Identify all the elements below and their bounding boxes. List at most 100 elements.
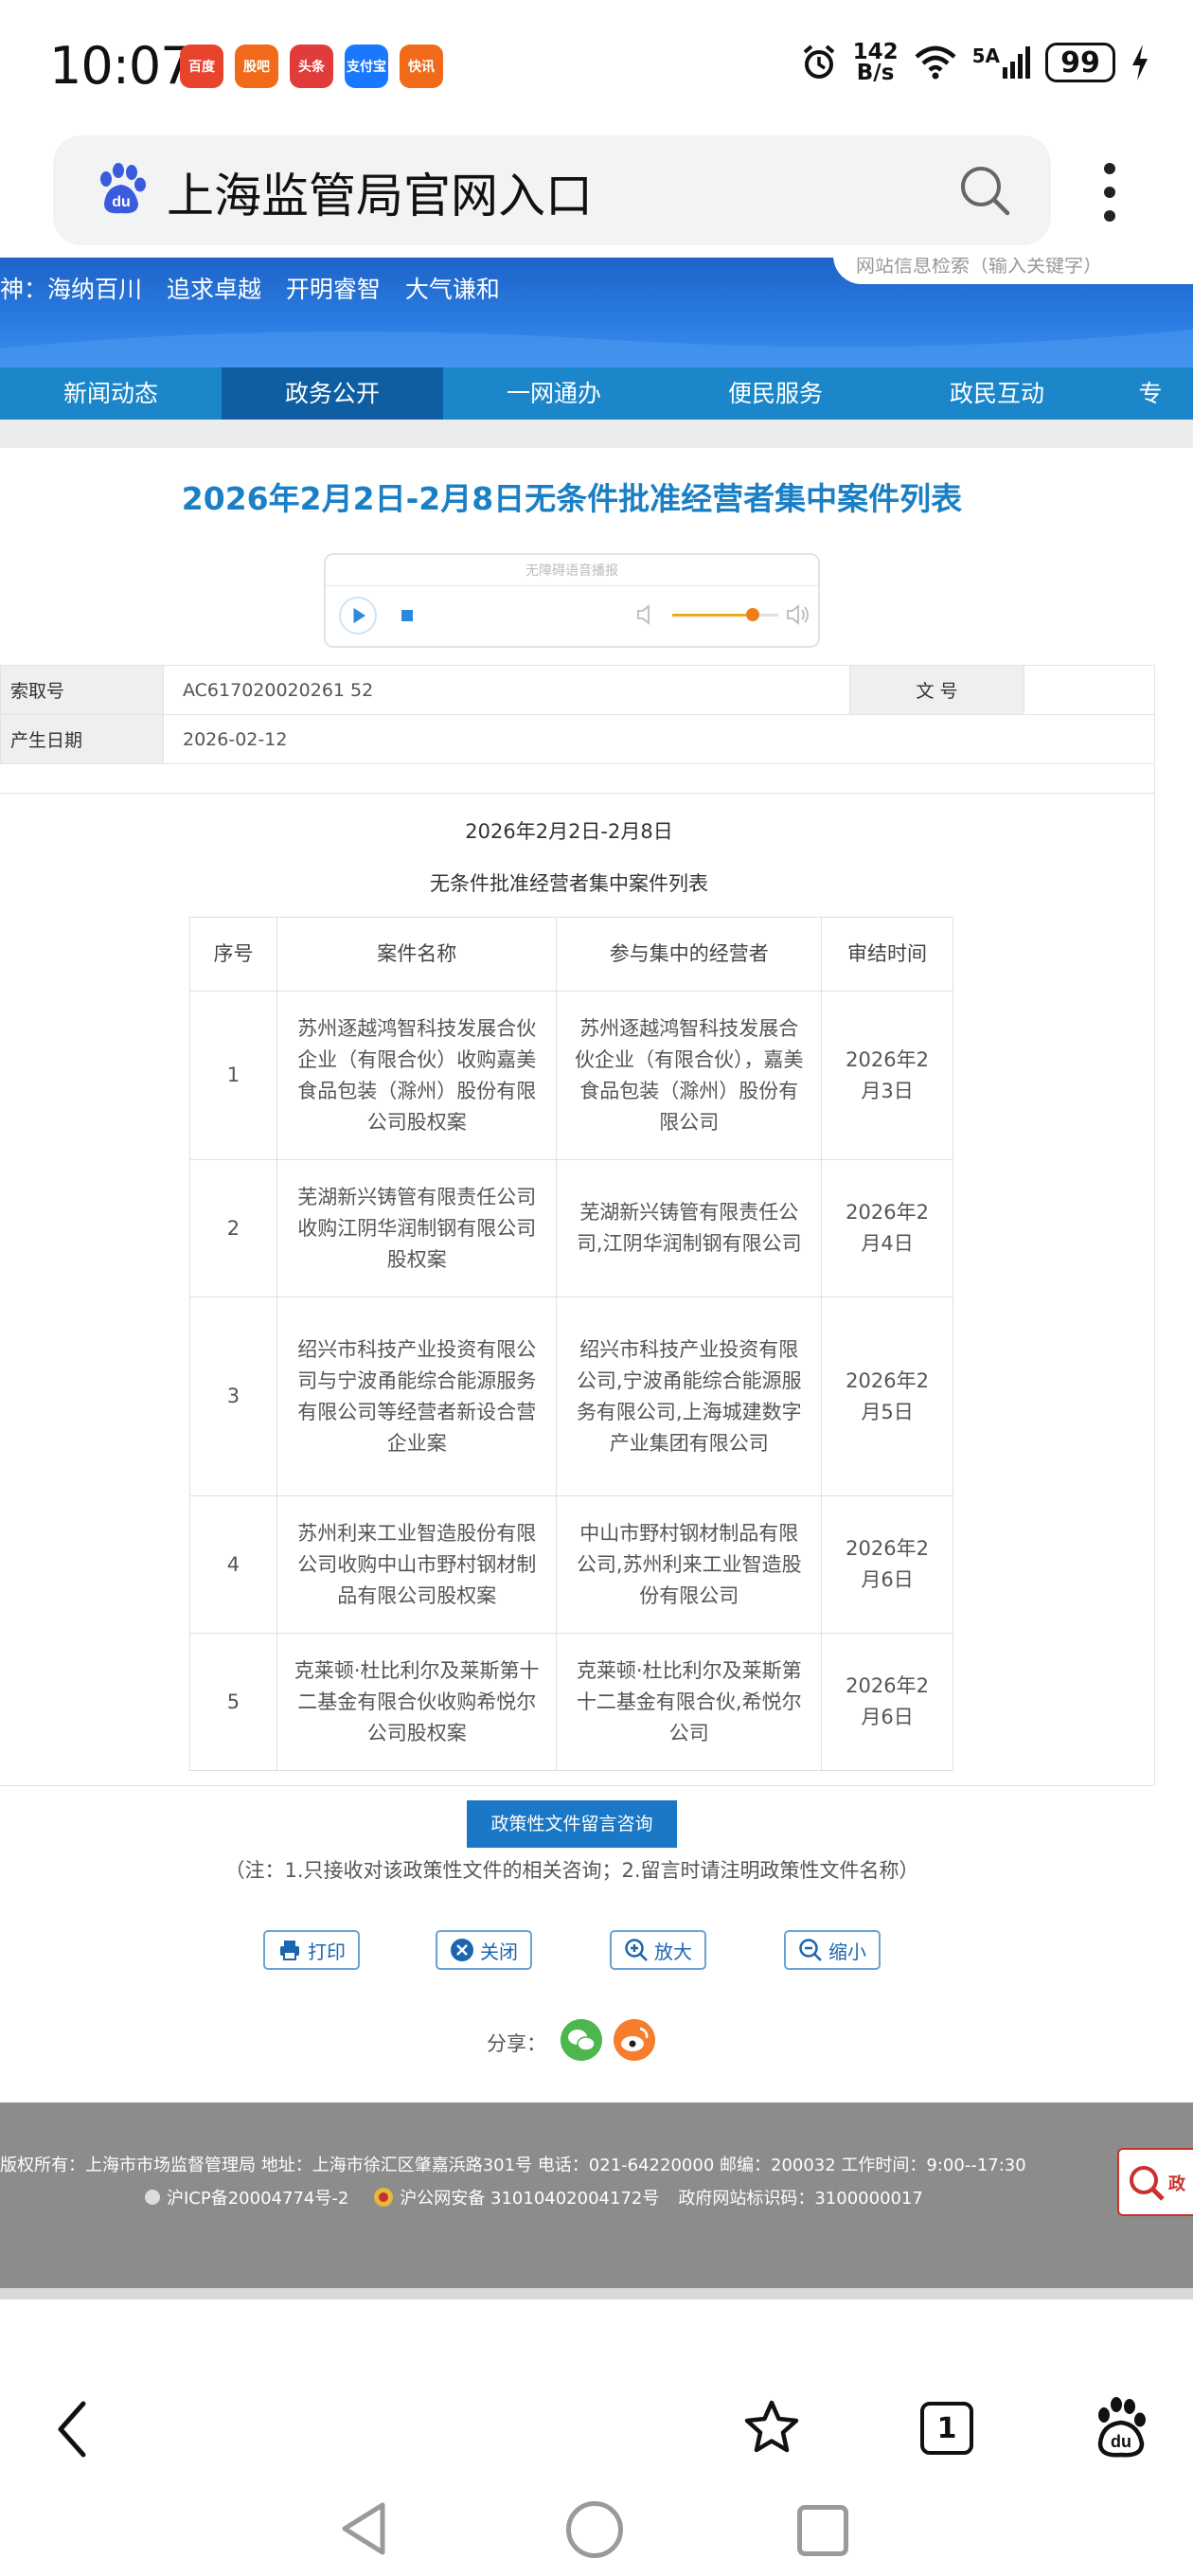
row-case-name: 芜湖新兴铸管有限责任公司收购江阴华润制钢有限公司股权案	[276, 1159, 558, 1297]
date-label: 产生日期	[0, 714, 164, 764]
nav-item-interaction[interactable]: 政民互动	[886, 367, 1108, 420]
nav-item-gov-affairs[interactable]: 政务公开	[222, 367, 443, 420]
search-query-text[interactable]: 上海监管局官网入口	[167, 158, 593, 226]
row-parties: 苏州逐越鸿智科技发展合伙企业（有限合伙），嘉美食品包装（滁州）股份有限公司	[556, 991, 823, 1160]
close-label: 关闭	[480, 1940, 518, 1963]
gov-badge-label: 政	[1168, 2174, 1185, 2194]
baidu-paw-icon: du	[100, 163, 146, 214]
zoom-in-button[interactable]: 放大	[610, 1930, 706, 1970]
notification-icons: 百度 股吧 头条 支付宝 快讯	[180, 45, 443, 88]
audio-divider	[326, 585, 818, 586]
print-button[interactable]: 打印	[263, 1930, 360, 1970]
browser-search-bar[interactable]: du 上海监管局官网入口	[53, 135, 1051, 245]
banner-wave-decoration	[0, 330, 1193, 367]
volume-low-icon[interactable]	[634, 602, 659, 627]
case-table: 序号 案件名称 参与集中的经营者 审结时间 1 苏州逐越鸿智科技发展合伙企业（有…	[189, 917, 953, 1771]
index-no-label: 索取号	[0, 665, 164, 715]
main-nav: 新闻动态 政务公开 一网通办 便民服务 政民互动 专	[0, 367, 1193, 420]
volume-high-icon[interactable]	[784, 602, 812, 627]
row-no: 5	[189, 1633, 277, 1771]
meta-spacer	[0, 765, 1155, 794]
battery-indicator: 99	[1045, 43, 1115, 82]
site-search-box[interactable]: 网站信息检索（输入关键字）	[833, 258, 1193, 284]
row-date: 2026年2月3日	[821, 991, 953, 1160]
header-date: 审结时间	[821, 917, 953, 992]
nav-item-news[interactable]: 新闻动态	[0, 367, 222, 420]
print-label: 打印	[308, 1940, 346, 1963]
volume-knob[interactable]	[746, 608, 759, 621]
system-recents-icon[interactable]	[797, 2505, 848, 2556]
footer-records: 沪ICP备20004774号-2 沪公网安备 31010402004172号 政…	[144, 2185, 923, 2209]
row-date: 2026年2月6日	[821, 1633, 953, 1771]
weibo-share-icon[interactable]	[614, 2019, 655, 2061]
close-icon	[451, 1939, 473, 1961]
footer-bottom-strip	[0, 2288, 1193, 2299]
table-row: 2 芜湖新兴铸管有限责任公司收购江阴华润制钢有限公司股权案 芜湖新兴铸管有限责任…	[189, 1159, 953, 1297]
printer-icon	[280, 1941, 299, 1960]
status-bar: 10:07 百度 股吧 头条 支付宝 快讯 142 B/s 5A 99	[0, 0, 1193, 133]
nav-divider	[0, 420, 1193, 448]
row-case-name: 绍兴市科技产业投资有限公司与宁波甬能综合能源服务有限公司等经营者新设合营企业案	[276, 1297, 558, 1496]
close-button[interactable]: 关闭	[436, 1930, 532, 1970]
wechat-share-icon[interactable]	[561, 2019, 602, 2061]
gov-badge-icon	[1130, 2166, 1165, 2201]
table-row: 1 苏州逐越鸿智科技发展合伙企业（有限合伙）收购嘉美食品包装（滁州）股份有限公司…	[189, 991, 953, 1160]
svg-text:du: du	[112, 194, 131, 210]
audio-label: 无障碍语音播报	[525, 564, 618, 579]
police-record-link[interactable]: 沪公网安备 31010402004172号	[400, 2185, 659, 2209]
toutiao-app-icon: 头条	[290, 45, 333, 88]
row-date: 2026年2月4日	[821, 1159, 953, 1297]
table-header-row: 序号 案件名称 参与集中的经营者 审结时间	[189, 917, 953, 992]
table-row: 3 绍兴市科技产业投资有限公司与宁波甬能综合能源服务有限公司等经营者新设合营企业…	[189, 1297, 953, 1496]
baidu-du-icon[interactable]: du	[1093, 2396, 1149, 2459]
net-speed: 142 B/s	[852, 40, 899, 85]
zoom-out-button[interactable]: 缩小	[784, 1930, 881, 1970]
doc-subtitle: 无条件批准经营者集中案件列表	[430, 872, 708, 895]
system-back-icon[interactable]	[339, 2500, 388, 2557]
volume-level	[672, 614, 746, 617]
nav-item-special[interactable]: 专	[1108, 367, 1193, 420]
alarm-icon	[803, 45, 834, 79]
alipay-app-icon: 支付宝	[345, 45, 388, 88]
row-parties: 克莱顿·杜比利尔及莱斯第十二基金有限合伙,希悦尔公司	[556, 1633, 823, 1771]
row-date: 2026年2月5日	[821, 1297, 953, 1496]
header-no: 序号	[189, 917, 277, 992]
row-case-name: 苏州利来工业智造股份有限公司收购中山市野村钢材制品有限公司股权案	[276, 1495, 558, 1634]
policy-consult-button[interactable]: 政策性文件留言咨询	[467, 1800, 677, 1848]
table-row: 4 苏州利来工业智造股份有限公司收购中山市野村钢材制品有限公司股权案 中山市野村…	[189, 1495, 953, 1634]
nav-item-public-service[interactable]: 便民服务	[665, 367, 886, 420]
volume-slider[interactable]	[672, 608, 778, 621]
row-parties: 中山市野村钢材制品有限公司,苏州利来工业智造股份有限公司	[556, 1495, 823, 1634]
stop-icon[interactable]	[392, 600, 422, 631]
site-code: 政府网站标识码：3100000017	[678, 2189, 923, 2209]
bookmark-star-icon[interactable]	[742, 2398, 801, 2457]
play-icon[interactable]	[339, 597, 377, 635]
row-parties: 绍兴市科技产业投资有限公司,宁波甬能综合能源服务有限公司,上海城建数字产业集团有…	[556, 1297, 823, 1496]
index-no-value: AC617020020261 52	[163, 665, 850, 715]
signal-icon: 5A	[972, 46, 1030, 79]
wifi-icon	[915, 45, 956, 80]
row-date: 2026年2月6日	[821, 1495, 953, 1634]
zoom-out-icon	[799, 1939, 822, 1961]
date-value: 2026-02-12	[163, 714, 1155, 764]
more-options-icon[interactable]	[1098, 159, 1121, 225]
doc-no-label: 文 号	[849, 665, 1024, 715]
guba-app-icon: 股吧	[235, 45, 278, 88]
status-time: 10:07	[49, 36, 193, 96]
back-arrow-icon[interactable]	[53, 2400, 91, 2459]
police-badge-icon	[374, 2188, 394, 2207]
document-meta-table: 索取号 AC617020020261 52 文 号 产生日期 2026-02-1…	[0, 665, 1155, 764]
share-label: 分享：	[487, 2032, 546, 2055]
zoom-out-label: 缩小	[828, 1940, 866, 1963]
zoom-in-label: 放大	[654, 1940, 692, 1963]
svg-text:du: du	[1111, 2432, 1131, 2451]
tab-switcher-button[interactable]: 1	[920, 2402, 973, 2455]
row-no: 3	[189, 1297, 277, 1496]
doc-no-value	[1024, 665, 1155, 715]
search-icon[interactable]	[958, 164, 1011, 217]
gov-error-badge[interactable]: 政	[1117, 2148, 1193, 2216]
icp-link[interactable]: 沪ICP备20004774号-2	[167, 2185, 348, 2209]
page-title: 2026年2月2日-2月8日无条件批准经营者集中案件列表	[181, 480, 963, 517]
nav-item-online-service[interactable]: 一网通办	[443, 367, 665, 420]
system-home-icon[interactable]	[566, 2501, 623, 2558]
